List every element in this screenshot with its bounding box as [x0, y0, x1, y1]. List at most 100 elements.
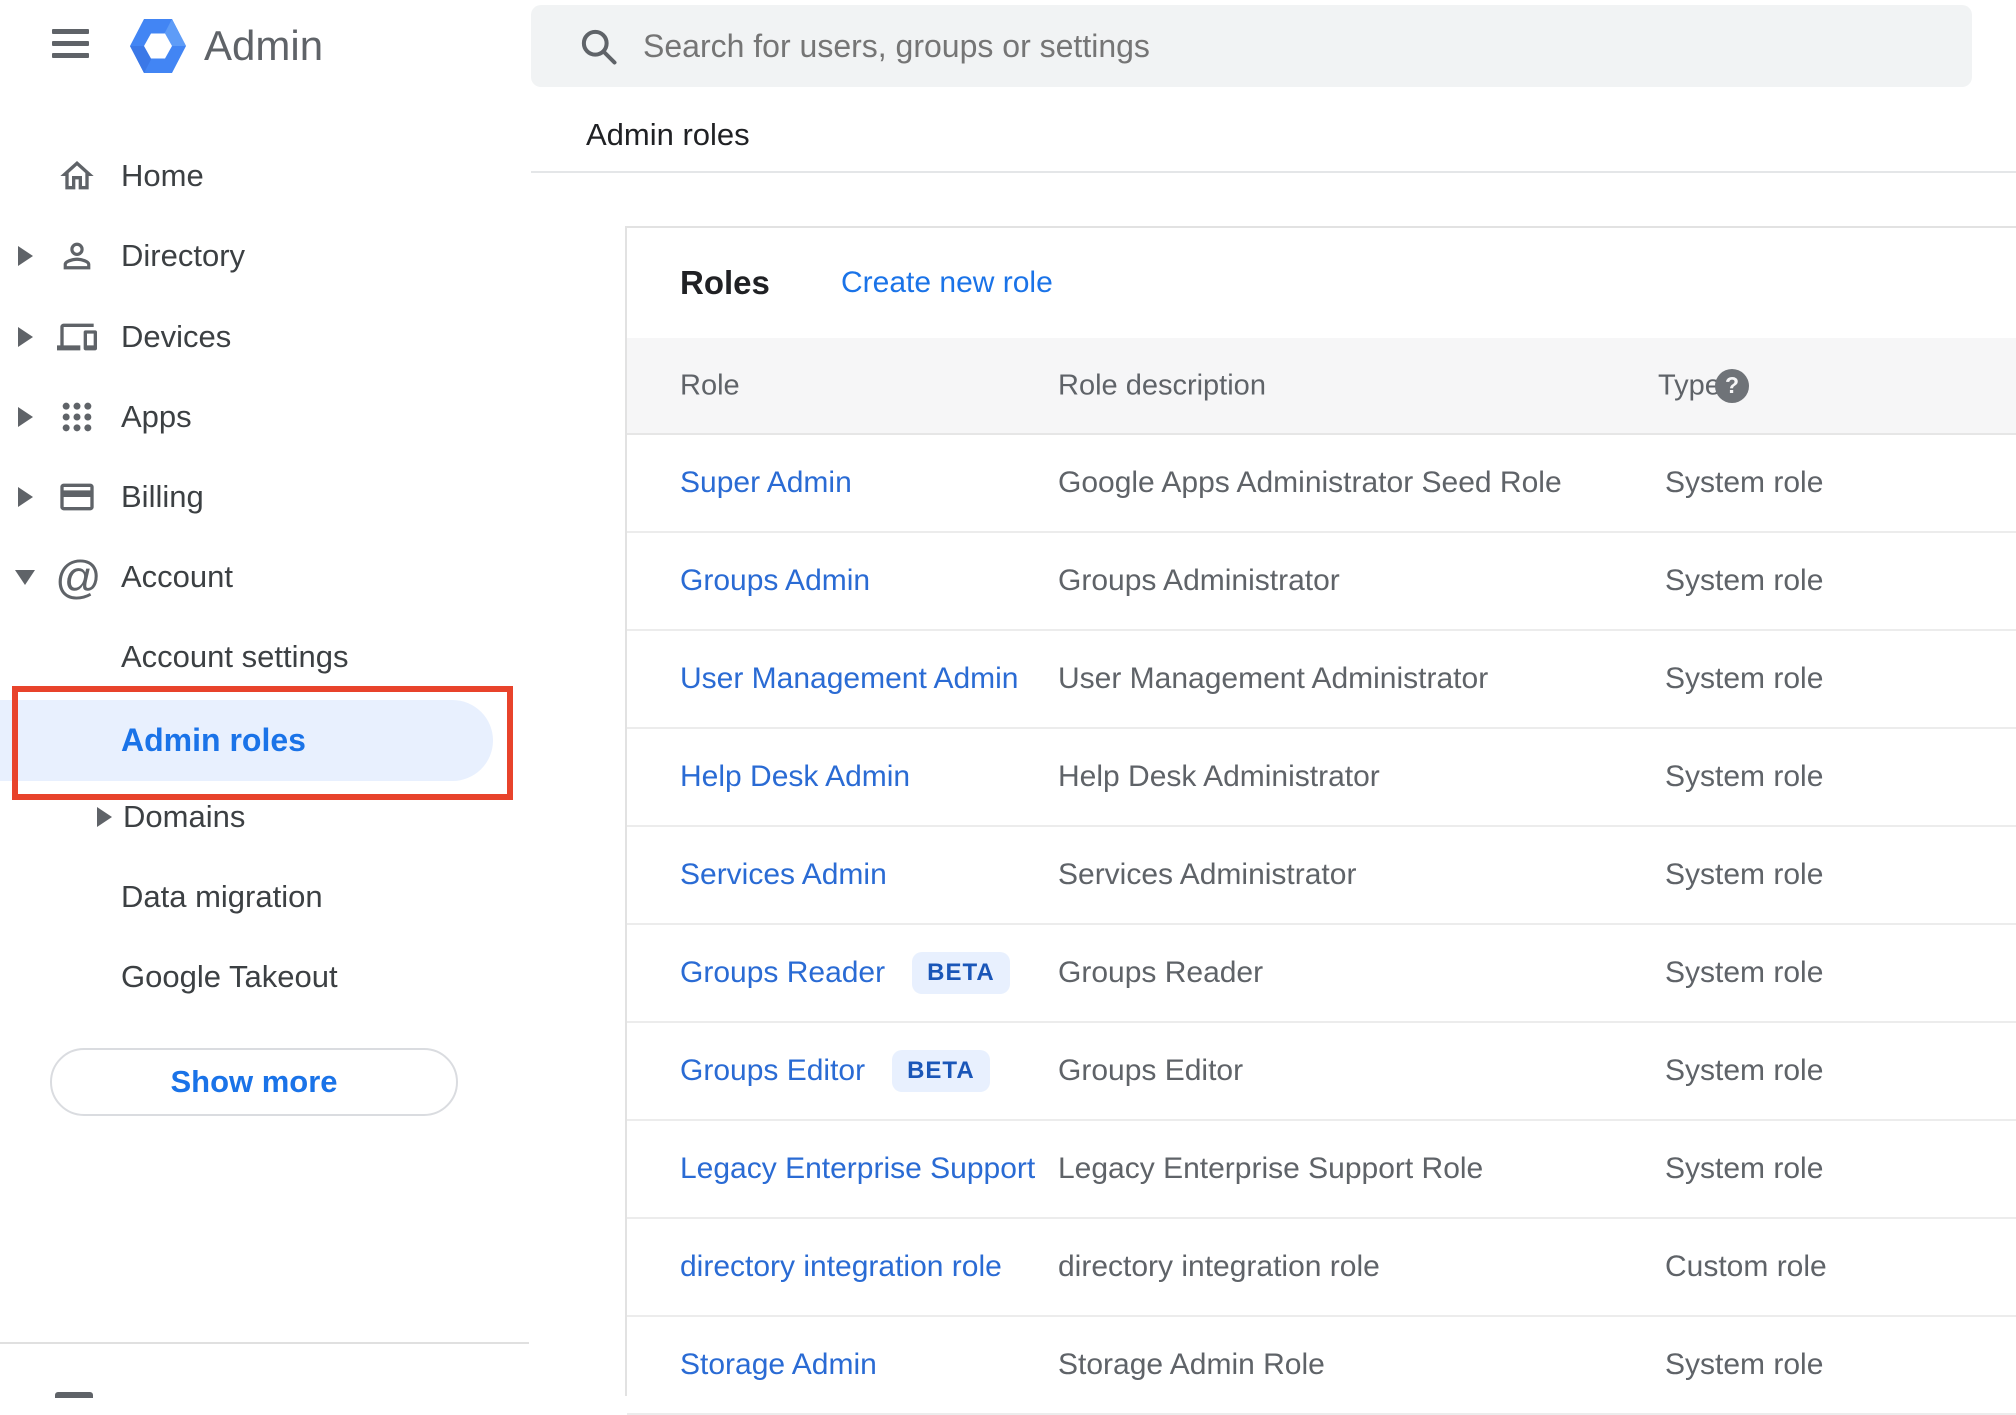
role-link[interactable]: Legacy Enterprise Support	[680, 1152, 1035, 1186]
role-cell: Groups Reader BETA	[680, 952, 1010, 994]
breadcrumb: Admin roles	[586, 117, 750, 152]
sidebar: Admin Home Directory Devices Apps Billin…	[0, 0, 531, 1398]
role-description-cell: Groups Reader	[1058, 956, 1264, 989]
global-search-bar[interactable]	[531, 5, 1972, 87]
role-cell: Groups Admin	[680, 564, 870, 598]
role-description-cell: Help Desk Administrator	[1058, 760, 1380, 793]
role-cell: Help Desk Admin	[680, 760, 910, 794]
role-description-cell: directory integration role	[1058, 1250, 1380, 1283]
roles-card-header: Roles Create new role	[627, 228, 2016, 338]
sidebar-item-label: Data migration	[121, 879, 323, 914]
expand-arrow-icon[interactable]	[97, 807, 112, 827]
sidebar-item-account[interactable]: @ Account	[0, 537, 531, 617]
expand-arrow-icon[interactable]	[18, 487, 33, 507]
expand-arrow-icon[interactable]	[18, 246, 33, 266]
sidebar-item-devices[interactable]: Devices	[0, 297, 531, 377]
role-link[interactable]: Services Admin	[680, 858, 887, 892]
collapse-arrow-icon[interactable]	[15, 569, 35, 585]
table-row: Groups Admin Groups Administrator System…	[627, 533, 2016, 631]
sidebar-item-label: Apps	[121, 399, 192, 434]
create-new-role-link[interactable]: Create new role	[841, 266, 1053, 300]
show-more-button[interactable]: Show more	[50, 1048, 458, 1116]
role-type-cell: System role	[1665, 466, 1824, 499]
sidebar-item-admin-roles-selected[interactable]: Admin roles	[0, 700, 493, 781]
beta-badge: BETA	[912, 952, 1010, 994]
app-header: Admin	[0, 0, 531, 92]
role-link[interactable]: directory integration role	[680, 1250, 1002, 1284]
menu-hamburger-icon[interactable]	[52, 29, 89, 58]
role-type-cell: System role	[1665, 662, 1824, 695]
role-cell: Storage Admin	[680, 1348, 877, 1382]
role-type-cell: System role	[1665, 1054, 1824, 1087]
sidebar-item-label: Billing	[121, 479, 204, 514]
sidebar-item-domains[interactable]: Domains	[0, 777, 531, 857]
role-link[interactable]: Groups Admin	[680, 564, 870, 598]
role-cell: User Management Admin	[680, 662, 1019, 696]
role-type-cell: System role	[1665, 1348, 1824, 1381]
sidebar-item-label: Admin roles	[121, 722, 306, 758]
sidebar-item-label: Devices	[121, 319, 232, 354]
role-type-cell: System role	[1665, 1152, 1824, 1185]
table-row: Services Admin Services Administrator Sy…	[627, 827, 2016, 925]
sidebar-item-google-takeout[interactable]: Google Takeout	[0, 937, 531, 1017]
table-row: User Management Admin User Management Ad…	[627, 631, 2016, 729]
table-row: Legacy Enterprise Support Legacy Enterpr…	[627, 1121, 2016, 1219]
table-row: Super Admin Google Apps Administrator Se…	[627, 435, 2016, 533]
roles-table-body: Super Admin Google Apps Administrator Se…	[627, 435, 2016, 1415]
search-input[interactable]	[643, 27, 1923, 65]
sidebar-item-home[interactable]: Home	[0, 136, 531, 216]
role-description-cell: User Management Administrator	[1058, 662, 1489, 695]
role-cell: Legacy Enterprise Support	[680, 1152, 1035, 1186]
role-type-cell: System role	[1665, 760, 1824, 793]
role-link[interactable]: Groups Reader	[680, 956, 885, 990]
role-description-cell: Storage Admin Role	[1058, 1348, 1325, 1381]
column-header-description: Role description	[1058, 369, 1266, 401]
column-header-type: Type	[1658, 369, 1721, 401]
role-type-cell: System role	[1665, 858, 1824, 891]
sidebar-bottom-divider	[0, 1342, 529, 1344]
sidebar-item-label: Domains	[123, 799, 246, 834]
expand-arrow-icon[interactable]	[18, 407, 33, 427]
role-description-cell: Legacy Enterprise Support Role	[1058, 1152, 1484, 1185]
role-description-cell: Groups Administrator	[1058, 564, 1340, 597]
sidebar-item-data-migration[interactable]: Data migration	[0, 857, 531, 937]
column-header-role: Role	[680, 369, 740, 401]
role-link[interactable]: Super Admin	[680, 466, 852, 500]
person-icon	[57, 236, 97, 276]
table-header-row: Role Role description Type ?	[627, 338, 2016, 435]
roles-card: Roles Create new role Role Role descript…	[625, 226, 2016, 1415]
sidebar-item-label: Home	[121, 158, 204, 193]
table-row: Help Desk Admin Help Desk Administrator …	[627, 729, 2016, 827]
role-link[interactable]: Help Desk Admin	[680, 760, 910, 794]
admin-logo-icon[interactable]	[128, 16, 188, 76]
header-divider	[531, 171, 2016, 173]
role-description-cell: Groups Editor	[1058, 1054, 1244, 1087]
table-row: directory integration role directory int…	[627, 1219, 2016, 1317]
beta-badge: BETA	[892, 1050, 990, 1092]
expand-arrow-icon[interactable]	[18, 327, 33, 347]
help-icon[interactable]: ?	[1715, 368, 1749, 403]
role-type-cell: System role	[1665, 956, 1824, 989]
role-cell: Groups Editor BETA	[680, 1050, 990, 1092]
role-description-cell: Services Administrator	[1058, 858, 1357, 891]
sidebar-item-billing[interactable]: Billing	[0, 457, 531, 537]
table-row: Storage Admin Storage Admin Role System …	[627, 1317, 2016, 1415]
role-link[interactable]: User Management Admin	[680, 662, 1019, 696]
role-link[interactable]: Groups Editor	[680, 1054, 865, 1088]
sidebar-item-label: Google Takeout	[121, 959, 338, 994]
sidebar-item-label: Account	[121, 559, 234, 594]
sidebar-item-apps[interactable]: Apps	[0, 377, 531, 457]
sidebar-item-directory[interactable]: Directory	[0, 216, 531, 296]
sidebar-item-label: Account settings	[121, 639, 349, 674]
sidebar-item-label: Directory	[121, 238, 246, 273]
role-cell: directory integration role	[680, 1250, 1002, 1284]
role-type-cell: Custom role	[1665, 1250, 1827, 1283]
role-link[interactable]: Storage Admin	[680, 1348, 877, 1382]
home-icon	[57, 156, 97, 196]
role-cell: Services Admin	[680, 858, 887, 892]
sidebar-item-account-settings[interactable]: Account settings	[0, 617, 531, 697]
role-description-cell: Google Apps Administrator Seed Role	[1058, 466, 1562, 499]
devices-icon	[57, 317, 97, 357]
role-cell: Super Admin	[680, 466, 852, 500]
product-title: Admin	[204, 22, 324, 69]
